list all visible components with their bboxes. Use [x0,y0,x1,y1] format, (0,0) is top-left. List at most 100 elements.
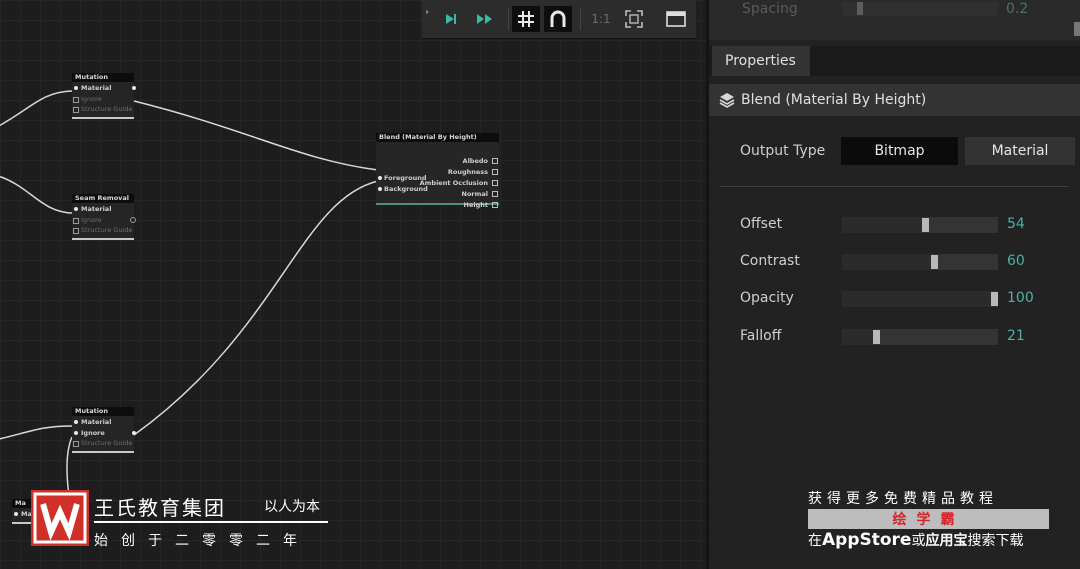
pin-material[interactable]: Material [72,204,134,215]
contrast-slider-handle[interactable] [931,255,938,269]
output-pin[interactable] [492,202,498,208]
mutation-node-top[interactable]: Mutation Material Ignore Structure Guide [72,73,136,119]
opacity-slider-fill [842,291,991,307]
grid-toggle[interactable] [512,6,540,32]
node-title: Blend (Material By Height) [376,133,499,142]
brand-logo-icon [33,492,87,544]
promo-app-bar: 绘学霸 [808,509,1049,529]
node-properties-title: Blend (Material By Height) [741,92,927,108]
falloff-value[interactable]: 21 [1007,328,1025,344]
spacing-slider-handle[interactable] [857,2,863,15]
input-pin[interactable] [73,441,79,447]
brand-name: 王氏教育集团 [94,496,226,520]
seam-removal-node[interactable]: Seam Removal Material Ignore Structure G… [72,194,136,240]
fast-forward-button[interactable] [470,6,500,32]
collapse-arrow-icon[interactable] [426,10,429,14]
pin-material[interactable]: Material [72,417,134,428]
fit-view-button[interactable] [620,6,648,32]
pin-structure-guide[interactable]: Structure Guide [72,104,134,115]
falloff-label: Falloff [740,328,782,344]
output-albedo[interactable]: Albedo [463,157,498,165]
step-forward-button[interactable] [438,6,464,32]
output-pin[interactable] [132,430,136,435]
output-type-material-button[interactable]: Material [965,137,1075,165]
properties-panel: Spacing 0.2 Properties Blend (Material B… [706,0,1080,569]
blend-node[interactable]: Blend (Material By Height) Foreground Ba… [376,133,499,209]
output-normal[interactable]: Normal [462,190,498,198]
contrast-value[interactable]: 60 [1007,253,1025,269]
falloff-slider[interactable] [842,329,998,345]
output-height[interactable]: Height [464,201,498,209]
node-properties-header: Blend (Material By Height) [709,84,1080,116]
input-pin[interactable] [73,107,79,113]
mutation-node-bottom[interactable]: Mutation Material Ignore Structure Guide [72,407,136,453]
tab-properties[interactable]: Properties [712,46,810,76]
brand-slogan: 以人为本 [264,499,320,515]
input-pin[interactable] [73,228,79,234]
output-pin[interactable] [492,158,498,164]
input-pin[interactable] [378,176,382,180]
input-pin[interactable] [73,217,79,224]
output-pin[interactable] [132,86,136,90]
input-pin[interactable] [73,96,79,103]
input-pin[interactable] [74,420,78,424]
promo-line: 获得更多免费精品教程 [808,491,998,507]
output-pin[interactable] [492,169,498,175]
wire [133,180,379,436]
fit-view-icon [625,10,643,28]
offset-value[interactable]: 54 [1007,216,1025,232]
input-pin[interactable] [74,207,78,211]
falloff-slider-fill [842,329,873,345]
panel-tabbar: Properties [709,46,1080,76]
contrast-slider-fill [842,254,931,270]
input-pin[interactable] [14,512,18,516]
spacing-value[interactable]: 0.2 [1006,1,1028,17]
output-ambient-occlusion[interactable]: Ambient Occlusion [420,179,498,187]
wire [0,90,73,127]
pin-structure-guide[interactable]: Structure Guide [72,225,134,236]
output-pin[interactable] [492,191,498,197]
input-pin[interactable] [378,187,382,191]
spacing-slider[interactable] [842,2,998,16]
wire [133,100,379,171]
spacing-label: Spacing [742,1,798,17]
zoom-actual-size-button[interactable]: 1:1 [588,6,614,32]
pin-ignore[interactable]: Ignore [72,428,136,439]
scrollbar-thumb[interactable] [1074,22,1080,36]
pin-ignore[interactable]: Ignore [72,94,134,105]
pin-material[interactable]: Material [72,83,136,94]
brand-since: 始创于二零零二年 [94,533,310,549]
falloff-slider-handle[interactable] [873,330,880,344]
pin-structure-guide[interactable]: Structure Guide [72,438,134,449]
offset-slider-handle[interactable] [922,218,929,232]
pin-ignore[interactable]: Ignore [72,215,136,226]
output-type-label: Output Type [740,143,826,159]
toolbar-separator [508,8,509,30]
promo-app-name: 绘学霸 [892,512,965,528]
input-pin[interactable] [74,430,78,435]
contrast-slider[interactable] [842,254,998,270]
opacity-slider-handle[interactable] [991,292,998,306]
snap-toggle[interactable] [544,6,572,32]
node-graph-canvas[interactable]: Mutation Material Ignore Structure Guide… [0,0,706,569]
layers-icon [719,93,735,108]
opacity-slider[interactable] [842,291,998,307]
output-roughness[interactable]: Roughness [448,168,498,176]
node-title: Mutation [72,73,134,82]
offset-label: Offset [740,216,783,232]
wire [0,175,73,214]
output-pin[interactable] [492,180,498,186]
window-icon [666,11,686,27]
wire [0,425,73,440]
output-pin[interactable] [130,216,136,223]
output-type-bitmap-button[interactable]: Bitmap [841,137,958,165]
contrast-label: Contrast [740,253,800,269]
opacity-value[interactable]: 100 [1007,290,1034,306]
logo [31,490,89,546]
node-title: Seam Removal [72,194,134,203]
window-layout-button[interactable] [662,6,690,32]
offset-slider-fill [842,217,922,233]
input-pin[interactable] [74,86,78,90]
fast-forward-icon [477,14,492,24]
offset-slider[interactable] [842,217,998,233]
